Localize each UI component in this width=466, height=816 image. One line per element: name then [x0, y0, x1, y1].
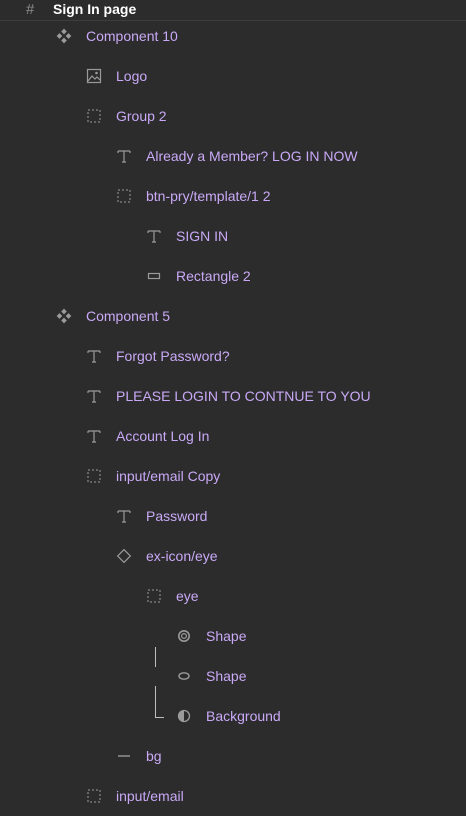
layer-group-input-email[interactable]: input/email — [86, 776, 184, 816]
text-icon — [86, 348, 102, 364]
image-icon — [86, 68, 102, 84]
layer-text-please-login[interactable]: PLEASE LOGIN TO CONTNUE TO YOU — [86, 376, 371, 416]
group-icon — [146, 588, 162, 604]
tree-connector-line — [155, 717, 164, 718]
layer-label: Account Log In — [116, 428, 210, 444]
layer-label: Group 2 — [116, 108, 167, 124]
layer-label: Rectangle 2 — [176, 268, 251, 284]
layer-rectangle-2[interactable]: Rectangle 2 — [146, 256, 251, 296]
layer-instance-ex-icon-eye[interactable]: ex-icon/eye — [116, 536, 218, 576]
layer-label: Component 10 — [86, 28, 178, 44]
group-icon — [86, 788, 102, 804]
frame-title: Sign In page — [53, 1, 137, 17]
layer-shape-ellipse[interactable]: Shape — [176, 656, 246, 696]
text-icon — [116, 148, 132, 164]
instance-diamond-icon — [116, 548, 132, 564]
layer-group-btn-pry[interactable]: btn-pry/template/1 2 — [116, 176, 271, 216]
layer-label: Component 5 — [86, 308, 171, 324]
layer-text-forgot-password[interactable]: Forgot Password? — [86, 336, 230, 376]
frame-hash-icon: # — [26, 1, 35, 18]
tree-connector-line — [155, 647, 156, 667]
layer-shape-ring[interactable]: Shape — [176, 616, 246, 656]
layer-component-5[interactable]: Component 5 — [56, 296, 170, 336]
layer-label: input/email — [116, 788, 184, 804]
layer-label: PLEASE LOGIN TO CONTNUE TO YOU — [116, 388, 371, 404]
group-icon — [86, 108, 102, 124]
text-icon — [116, 508, 132, 524]
rectangle-icon — [146, 268, 162, 284]
layer-text-already-member[interactable]: Already a Member? LOG IN NOW — [116, 136, 358, 176]
text-icon — [86, 428, 102, 444]
layer-group-2[interactable]: Group 2 — [86, 96, 167, 136]
component-icon — [56, 308, 72, 324]
layer-logo[interactable]: Logo — [86, 56, 147, 96]
layer-label: bg — [146, 748, 162, 764]
tree-connector-line — [155, 686, 156, 718]
ellipse-icon — [176, 668, 192, 684]
layer-label: Shape — [206, 628, 247, 644]
group-icon — [86, 468, 102, 484]
layer-text-password[interactable]: Password — [116, 496, 207, 536]
half-circle-icon — [176, 708, 192, 724]
text-icon — [146, 228, 162, 244]
layer-text-account-log-in[interactable]: Account Log In — [86, 416, 209, 456]
layer-label: Logo — [116, 68, 148, 84]
text-icon — [86, 388, 102, 404]
component-icon — [56, 28, 72, 44]
ellipse-ring-icon — [176, 628, 192, 644]
group-icon — [116, 188, 132, 204]
layer-text-sign-in[interactable]: SIGN IN — [146, 216, 228, 256]
layer-background[interactable]: Background — [176, 696, 281, 736]
layer-component-10[interactable]: Component 10 — [56, 16, 178, 56]
layer-label: ex-icon/eye — [146, 548, 218, 564]
layer-label: Already a Member? LOG IN NOW — [146, 148, 358, 164]
layer-label: SIGN IN — [176, 228, 229, 244]
layer-label: Forgot Password? — [116, 348, 230, 364]
layer-line-bg[interactable]: bg — [116, 736, 162, 776]
layer-group-input-email-copy[interactable]: input/email Copy — [86, 456, 220, 496]
layer-label: Background — [206, 708, 281, 724]
layer-label: input/email Copy — [116, 468, 221, 484]
layer-label: eye — [176, 588, 199, 604]
line-icon — [116, 748, 132, 764]
layer-label: Password — [146, 508, 208, 524]
layer-label: btn-pry/template/1 2 — [146, 188, 271, 204]
layer-group-eye[interactable]: eye — [146, 576, 199, 616]
layer-label: Shape — [206, 668, 247, 684]
